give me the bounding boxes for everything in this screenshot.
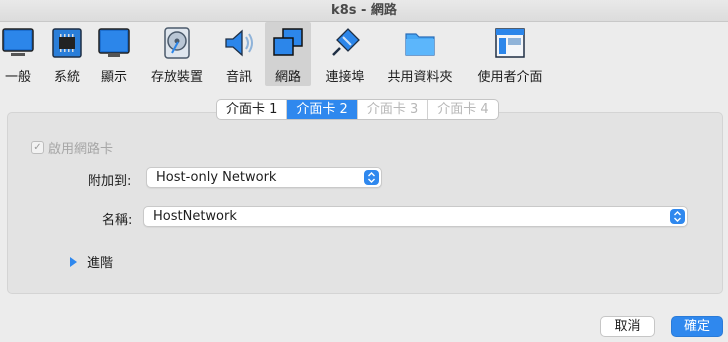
enable-adapter-checkbox[interactable]: ✓ [31, 141, 44, 154]
toolbar-label-ports: 連接埠 [325, 70, 365, 85]
attached-to-value: Host-only Network [156, 170, 277, 185]
attached-to-label: 附加到: [88, 174, 132, 189]
plug-icon [332, 28, 360, 56]
toolbar-item-user-interface[interactable]: 使用者介面 [472, 22, 548, 86]
toolbar-item-system[interactable]: 系統 [48, 22, 86, 86]
select-stepper-icon [364, 170, 379, 185]
tab-adapter-1[interactable]: 介面卡 1 [217, 100, 288, 119]
folder-icon [405, 33, 435, 56]
enable-adapter-row: ✓ 啟用網路卡 [31, 138, 113, 157]
toolbar-label-audio: 音訊 [225, 70, 252, 85]
toolbar-item-storage[interactable]: 存放裝置 [146, 22, 208, 86]
toolbar-label-shared-folders: 共用資料夾 [387, 70, 453, 85]
toolbar-label-user-interface: 使用者介面 [477, 70, 543, 85]
name-select[interactable]: HostNetwork [143, 206, 688, 227]
tab-adapter-3[interactable]: 介面卡 3 [358, 100, 429, 119]
name-label: 名稱: [102, 213, 133, 228]
network-icon [273, 28, 303, 56]
speaker-icon [225, 29, 253, 57]
network-settings-panel [7, 112, 723, 294]
window-icon [495, 28, 525, 58]
name-value: HostNetwork [153, 209, 237, 224]
monitor-icon [98, 28, 130, 57]
window-title: k8s - 網路 [0, 0, 728, 22]
toolbar-item-audio[interactable]: 音訊 [220, 22, 258, 86]
cancel-button[interactable]: 取消 [600, 316, 655, 337]
advanced-label: 進階 [87, 256, 114, 271]
general-icon [2, 28, 34, 56]
tab-adapter-2[interactable]: 介面卡 2 [287, 100, 358, 119]
advanced-disclosure[interactable]: 進階 [70, 252, 113, 271]
toolbar-label-storage: 存放裝置 [150, 70, 203, 85]
toolbar-item-display[interactable]: 顯示 [96, 22, 132, 86]
adapter-tabs: 介面卡 1 介面卡 2 介面卡 3 介面卡 4 [216, 99, 499, 120]
toolbar-label-display: 顯示 [100, 70, 127, 85]
chip-icon [52, 28, 82, 58]
disclosure-triangle-icon [70, 256, 77, 267]
toolbar-label-general: 一般 [4, 70, 31, 85]
toolbar-item-shared-folders[interactable]: 共用資料夾 [382, 22, 458, 86]
toolbar-item-network[interactable]: 網路 [265, 22, 311, 86]
attached-to-select[interactable]: Host-only Network [146, 167, 382, 188]
settings-toolbar: 一般 系統 顯示 存放裝置 音訊 網路 連接埠 共用資料夾 使用者介面 [0, 22, 728, 92]
select-stepper-icon [670, 209, 685, 224]
toolbar-item-ports[interactable]: 連接埠 [322, 22, 368, 86]
toolbar-label-system: 系統 [53, 70, 80, 85]
ok-button[interactable]: 確定 [671, 316, 723, 337]
disk-icon [164, 27, 190, 59]
tab-adapter-4[interactable]: 介面卡 4 [428, 100, 497, 119]
enable-adapter-label: 啟用網路卡 [48, 142, 114, 157]
toolbar-item-general[interactable]: 一般 [0, 22, 36, 86]
toolbar-label-network: 網路 [274, 70, 301, 85]
